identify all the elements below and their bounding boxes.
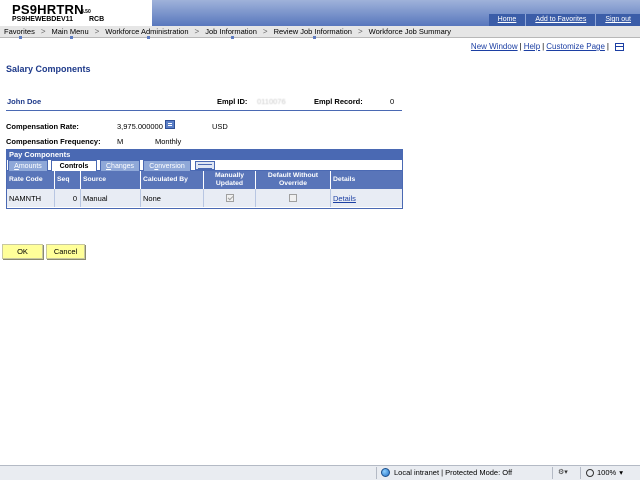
database-suffix: RCB [89, 16, 105, 23]
menu-favorites[interactable]: Favorites [0, 27, 39, 39]
portal-header: PS9HRTRN 8.50 PS9HEWEBDEV11 RCB Home Add… [0, 0, 640, 40]
col-rate-code: Rate Code [7, 171, 55, 189]
empl-record-label: Empl Record: [314, 97, 363, 106]
dropdown-dot-icon [70, 36, 74, 39]
tab-controls-label: Controls [59, 163, 89, 170]
breadcrumb-separator: > [262, 27, 268, 36]
cell-source: Manual [81, 189, 141, 207]
grid-column-headers: Rate Code Seq Source Calculated By Manua… [7, 171, 402, 189]
tab-controls[interactable]: Controls [51, 160, 97, 171]
col-source: Source [81, 171, 141, 189]
cell-details: Details [331, 189, 402, 207]
col-manually-updated: Manually Updated [204, 171, 256, 189]
default-without-override-checkbox [289, 194, 297, 202]
new-window-link[interactable]: New Window [471, 42, 518, 51]
browser-status-bar: Local intranet | Protected Mode: Off ⚙▾ … [0, 465, 640, 480]
cell-rate-code: NAMNTH [7, 189, 55, 207]
section-divider [6, 110, 402, 111]
status-divider [552, 467, 553, 479]
dropdown-dot-icon [312, 36, 316, 39]
breadcrumb-separator: > [94, 27, 100, 36]
col-seq: Seq [55, 171, 81, 189]
database-name: PS9HEWEBDEV11 [12, 16, 74, 23]
empl-id-label: Empl ID: [217, 97, 248, 106]
page-title: Salary Components [6, 64, 91, 74]
cancel-button[interactable]: Cancel [46, 244, 85, 259]
page-links: New Window | Help | Customize Page | [471, 42, 624, 51]
cell-calculated-by: None [141, 189, 204, 207]
header-links: Home Add to Favorites Sign out [488, 14, 640, 26]
empl-id-value: 0110076 [257, 97, 286, 106]
status-divider [376, 467, 377, 479]
zoom-level: 100% [597, 468, 617, 477]
cell-seq: 0 [55, 189, 81, 207]
menu-review-job-information-label: Review Job Information [273, 27, 352, 36]
menu-workforce-job-summary-label: Workforce Job Summary [368, 27, 452, 36]
tab-amounts-label: mounts [18, 163, 42, 170]
system-version: 8.50 [81, 9, 91, 15]
empl-record-value: 0 [390, 97, 395, 106]
menu-job-information[interactable]: Job Information [201, 27, 261, 39]
compensation-frequency-label: Compensation Frequency: [6, 137, 101, 146]
col-default-without-override: Default Without Override [256, 171, 331, 189]
frequency-description: Monthly [155, 137, 182, 146]
menu-favorites-label: Favorites [4, 27, 35, 36]
breadcrumb-separator: > [357, 27, 363, 36]
col-calculated-by: Calculated By [141, 171, 204, 189]
help-link[interactable]: Help [524, 42, 540, 51]
menu-workforce-job-summary[interactable]: Workforce Job Summary [365, 27, 455, 36]
status-divider [580, 467, 581, 479]
cell-default-without-override [256, 189, 331, 207]
table-row: NAMNTH 0 Manual None Details [7, 189, 402, 207]
tab-conversion-label: nversion [158, 163, 185, 170]
breadcrumb-separator: > [194, 27, 200, 36]
zoom-icon [586, 468, 594, 477]
menu-main-menu-label: Main Menu [51, 27, 89, 36]
grid-tabs: Amounts Controls Changes Conversion [7, 160, 402, 171]
currency-code: USD [212, 122, 228, 131]
col-details: Details [333, 176, 356, 183]
home-link[interactable]: Home [489, 14, 526, 26]
tab-amounts[interactable]: Amounts [8, 160, 48, 171]
show-all-columns-icon[interactable] [195, 161, 215, 170]
menu-main-menu[interactable]: Main Menu [48, 27, 93, 39]
details-link[interactable]: Details [333, 194, 356, 203]
pay-components-grid: Pay Components Amounts Controls Changes … [6, 149, 403, 209]
add-to-favorites-link[interactable]: Add to Favorites [525, 14, 595, 26]
security-zone[interactable]: Local intranet | Protected Mode: Off [381, 468, 512, 477]
ok-button[interactable]: OK [2, 244, 43, 259]
tab-changes-label: hanges [111, 163, 135, 170]
security-zone-text: Local intranet | Protected Mode: Off [394, 468, 513, 477]
manually-updated-checkbox [225, 194, 234, 202]
calculator-icon[interactable] [165, 120, 175, 129]
sign-out-link[interactable]: Sign out [595, 14, 640, 26]
breadcrumb: Favorites > Main Menu > Workforce Admini… [0, 26, 640, 39]
dropdown-dot-icon [146, 36, 150, 39]
menu-workforce-administration[interactable]: Workforce Administration [101, 27, 192, 39]
page-layout-icon[interactable] [615, 42, 624, 51]
link-divider: | [606, 42, 609, 51]
tab-changes[interactable]: Changes [100, 160, 140, 171]
breadcrumb-separator: > [40, 27, 46, 36]
zoom-control[interactable]: 100% ▾ [586, 468, 623, 477]
chevron-down-icon: ▾ [619, 468, 623, 477]
menu-workforce-administration-label: Workforce Administration [105, 27, 189, 36]
menu-review-job-information[interactable]: Review Job Information [270, 27, 356, 39]
tab-conversion[interactable]: Conversion [143, 160, 191, 171]
system-name: PS9HRTRN [12, 2, 84, 17]
customize-page-link[interactable]: Customize Page [546, 42, 605, 51]
grid-title: Pay Components [7, 150, 402, 160]
employee-name: John Doe [7, 97, 42, 106]
compensation-rate-label: Compensation Rate: [6, 122, 79, 131]
protected-mode-tools-icon[interactable]: ⚙▾ [558, 468, 568, 476]
menu-job-information-label: Job Information [205, 27, 257, 36]
intranet-globe-icon [381, 468, 390, 477]
cell-manually-updated [204, 189, 256, 207]
frequency-code: M [117, 137, 124, 146]
dropdown-dot-icon [19, 36, 23, 39]
dropdown-dot-icon [231, 36, 235, 39]
compensation-rate-value: 3,975.000000 [117, 122, 163, 131]
